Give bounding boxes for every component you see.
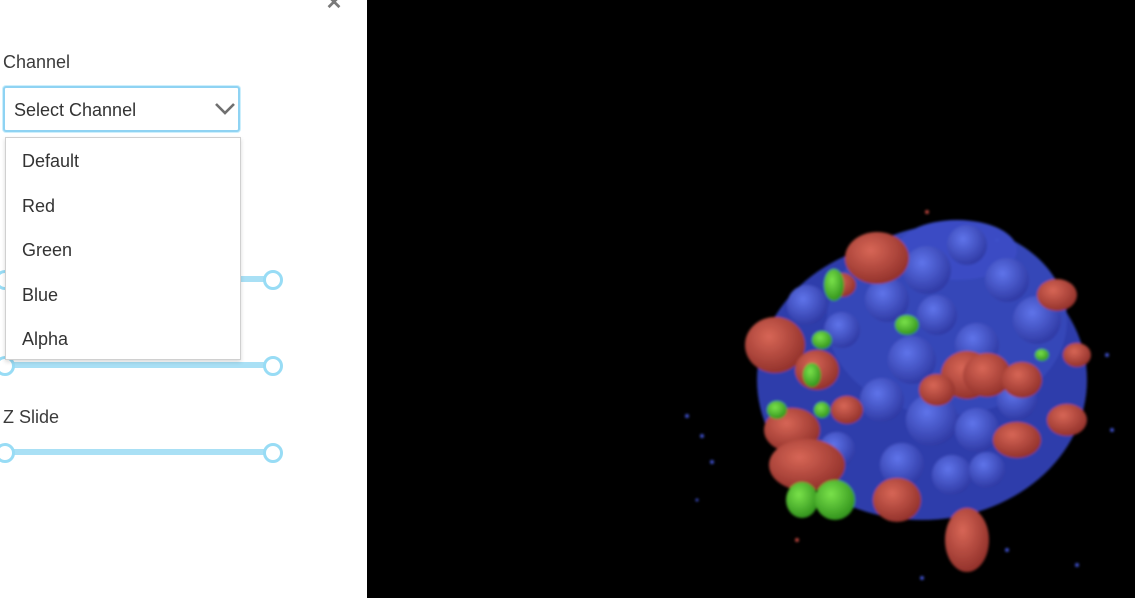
channel-dropdown-menu: Default Red Green Blue Alpha	[5, 137, 241, 360]
close-icon[interactable]: ✕	[325, 0, 343, 13]
channel-option-blue[interactable]: Blue	[6, 273, 240, 317]
slider-2-track	[0, 362, 272, 368]
z-slide-track	[0, 449, 272, 455]
chevron-down-icon	[215, 103, 235, 115]
cell-cluster	[685, 210, 1114, 580]
settings-panel: ✕ Channel Select Channel Z Slide Default…	[0, 0, 367, 598]
z-slide-max-handle[interactable]	[263, 443, 283, 463]
slider-1-max-handle[interactable]	[263, 270, 283, 290]
channel-select[interactable]: Select Channel	[3, 86, 240, 132]
channel-select-value: Select Channel	[14, 100, 137, 120]
channel-option-alpha[interactable]: Alpha	[6, 317, 240, 361]
channel-option-red[interactable]: Red	[6, 184, 240, 228]
slider-2-max-handle[interactable]	[263, 356, 283, 376]
channel-label: Channel	[3, 52, 71, 72]
z-slide-label: Z Slide	[3, 407, 60, 427]
volume-viewer[interactable]	[367, 0, 1135, 598]
channel-option-default[interactable]: Default	[6, 139, 240, 183]
volume-render-canvas	[685, 210, 1114, 580]
channel-option-green[interactable]: Green	[6, 228, 240, 272]
z-slide-min-handle[interactable]	[0, 443, 15, 463]
